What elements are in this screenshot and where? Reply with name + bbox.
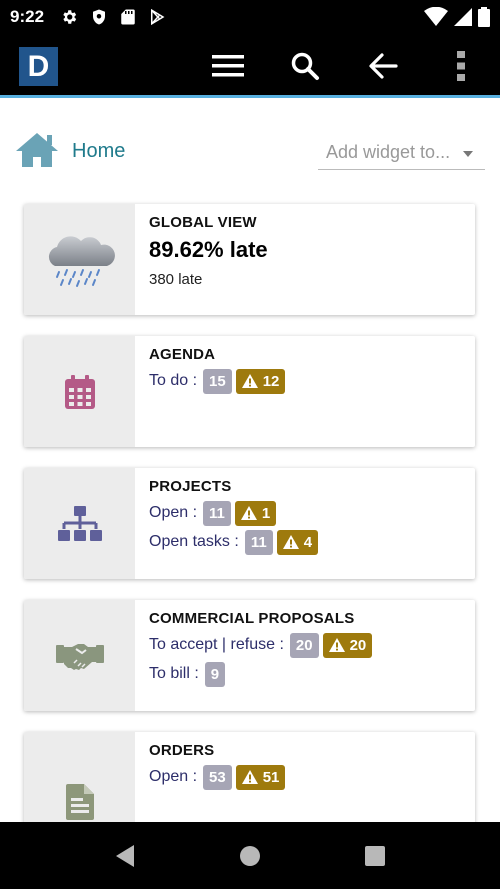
to-bill-row: To bill : 9 — [149, 661, 461, 687]
nav-home-icon — [240, 846, 260, 866]
open-label: Open : — [149, 504, 198, 521]
to-accept-warning-count: 20 — [349, 636, 367, 654]
projects-card[interactable]: PROJECTS Open : 11 1 Open tasks : 11 4 — [24, 468, 475, 579]
card-title: AGENDA — [149, 346, 216, 363]
warning-icon — [241, 770, 258, 784]
more-options-button[interactable] — [443, 48, 479, 84]
warning-icon — [241, 374, 258, 388]
signal-icon — [454, 8, 472, 26]
warning-icon — [328, 638, 345, 652]
app-bar: D — [0, 34, 500, 98]
global-view-card[interactable]: GLOBAL VIEW 89.62% late 380 late — [24, 204, 475, 315]
sd-card-icon — [121, 9, 135, 25]
to-bill-label: To bill : — [149, 665, 199, 682]
play-store-icon — [151, 8, 165, 26]
open-tasks-label: Open tasks : — [149, 533, 239, 550]
breadcrumb: Home Add widget to... — [0, 100, 500, 200]
calendar-icon — [64, 374, 95, 409]
open-tasks-warning-badge[interactable]: 4 — [276, 529, 319, 555]
more-vert-icon — [457, 51, 465, 81]
home-link[interactable]: Home — [72, 140, 125, 163]
late-count: 380 late — [149, 271, 203, 288]
nav-back-icon — [116, 845, 134, 867]
card-title: COMMERCIAL PROPOSALS — [149, 610, 355, 627]
nav-back-button[interactable] — [112, 843, 138, 869]
todo-row: To do : 15 12 — [149, 368, 461, 394]
wifi-icon — [424, 7, 448, 26]
rain-cloud-icon — [48, 235, 115, 287]
open-tasks-count-badge[interactable]: 11 — [244, 529, 273, 555]
open-orders-count-badge[interactable]: 53 — [203, 764, 232, 790]
open-count-badge[interactable]: 11 — [203, 500, 231, 526]
weather-area — [24, 204, 135, 315]
to-accept-label: To accept | refuse : — [149, 636, 284, 653]
shield-icon — [93, 9, 106, 25]
status-notification-icons — [60, 8, 166, 26]
to-bill-count-badge[interactable]: 9 — [204, 661, 226, 687]
nav-recents-icon — [365, 846, 385, 866]
add-widget-select[interactable]: Add widget to... — [318, 136, 485, 170]
to-accept-count-badge[interactable]: 20 — [289, 632, 319, 658]
open-orders-row: Open : 53 51 — [149, 764, 461, 790]
open-warning-count: 1 — [261, 504, 271, 522]
nav-recents-button[interactable] — [362, 843, 388, 869]
todo-warning-badge[interactable]: 12 — [235, 368, 286, 394]
search-icon — [291, 52, 319, 80]
card-title: ORDERS — [149, 742, 215, 759]
back-arrow-icon — [369, 53, 398, 79]
status-time: 9:22 — [10, 7, 45, 26]
open-orders-label: Open : — [149, 768, 198, 785]
card-title: GLOBAL VIEW — [149, 214, 257, 231]
projects-icon-area — [24, 468, 135, 579]
system-nav-bar — [0, 822, 500, 889]
commercial-proposals-card[interactable]: COMMERCIAL PROPOSALS To accept | refuse … — [24, 600, 475, 711]
gear-icon — [63, 10, 77, 24]
open-warning-badge[interactable]: 1 — [234, 500, 277, 526]
warning-icon — [282, 535, 299, 549]
todo-warning-count: 12 — [262, 372, 280, 390]
proposals-body: COMMERCIAL PROPOSALS To accept | refuse … — [135, 600, 475, 711]
app-logo[interactable]: D — [19, 47, 58, 86]
menu-icon — [212, 55, 244, 77]
chevron-down-icon — [463, 151, 473, 157]
todo-count-badge[interactable]: 15 — [203, 368, 232, 394]
agenda-icon-area — [24, 336, 135, 447]
handshake-icon — [55, 643, 104, 670]
open-tasks-warning-count: 4 — [303, 533, 313, 551]
open-projects-row: Open : 11 1 — [149, 500, 461, 526]
to-accept-row: To accept | refuse : 20 20 — [149, 632, 461, 658]
open-orders-warning-badge[interactable]: 51 — [235, 764, 286, 790]
global-view-body: GLOBAL VIEW 89.62% late 380 late — [135, 204, 475, 315]
menu-button[interactable] — [210, 48, 246, 84]
sitemap-icon — [57, 505, 102, 541]
battery-icon — [478, 7, 490, 27]
search-button[interactable] — [287, 48, 323, 84]
to-accept-warning-badge[interactable]: 20 — [322, 632, 373, 658]
proposals-icon-area — [24, 600, 135, 711]
agenda-body: AGENDA To do : 15 12 — [135, 336, 475, 447]
open-orders-warning-count: 51 — [262, 768, 280, 786]
warning-icon — [240, 506, 257, 520]
home-icon[interactable] — [14, 131, 60, 169]
agenda-card[interactable]: AGENDA To do : 15 12 — [24, 336, 475, 447]
document-icon — [65, 783, 94, 820]
back-button[interactable] — [365, 48, 401, 84]
status-system-icons — [424, 7, 490, 27]
projects-body: PROJECTS Open : 11 1 Open tasks : 11 4 — [135, 468, 475, 579]
add-widget-placeholder: Add widget to... — [326, 142, 451, 162]
nav-home-button[interactable] — [237, 843, 263, 869]
late-percentage: 89.62% late — [149, 237, 268, 262]
card-title: PROJECTS — [149, 478, 232, 495]
open-tasks-row: Open tasks : 11 4 — [149, 529, 461, 555]
todo-label: To do : — [149, 372, 198, 389]
status-bar: 9:22 — [0, 0, 500, 34]
